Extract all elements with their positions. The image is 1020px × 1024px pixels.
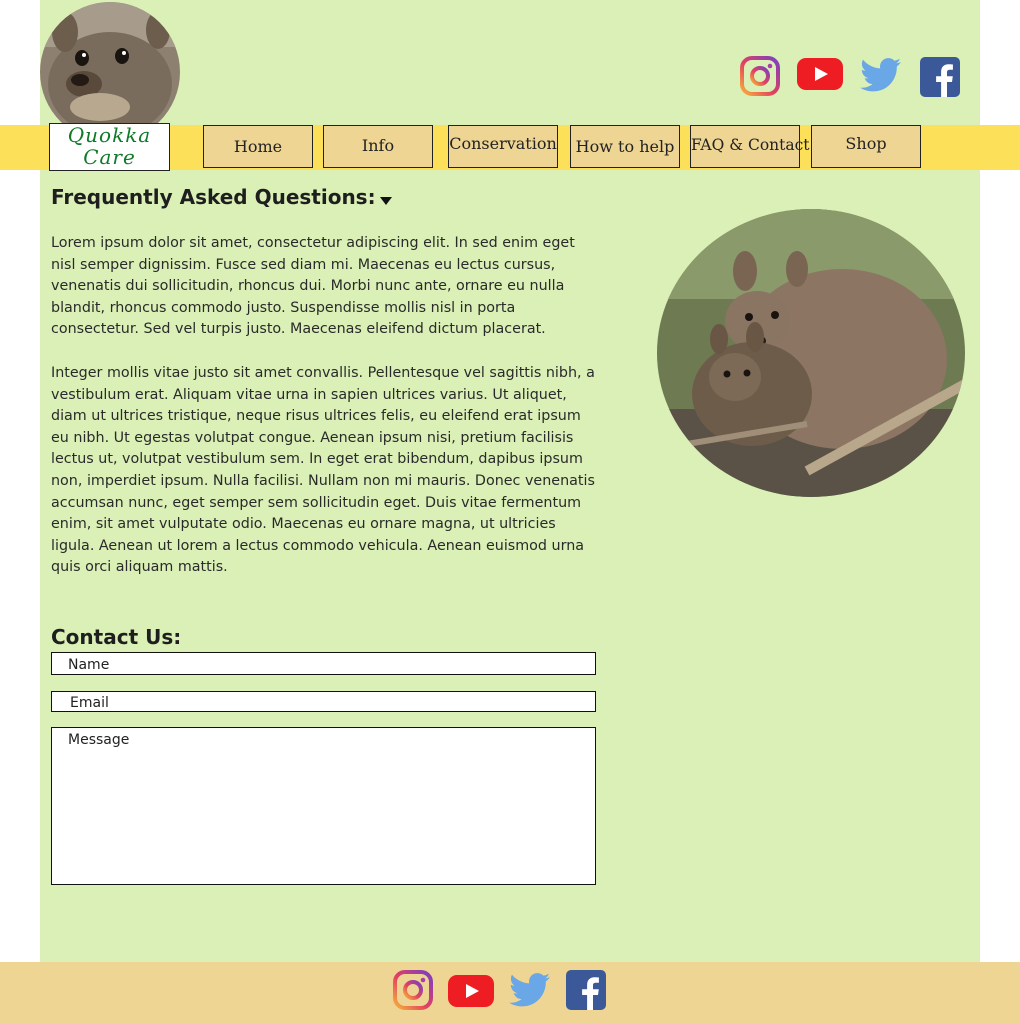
logo[interactable]: Quokka Care [49,123,170,171]
message-field[interactable] [51,727,596,885]
contact-heading: Contact Us: [51,625,182,649]
faq-heading: Frequently Asked Questions: [51,185,392,211]
nav-faq-contact[interactable]: FAQ & Contact [690,125,810,168]
instagram-icon[interactable] [740,56,780,100]
email-field[interactable] [51,691,596,712]
caret-down-icon[interactable] [379,187,392,211]
faq-paragraph-2: Integer mollis vitae justo sit amet conv… [51,365,595,576]
logo-line2: Care [83,145,136,169]
nav-shop[interactable]: Shop [811,125,921,168]
faq-title: Frequently Asked Questions: [51,185,376,209]
quokka-avatar [40,2,180,142]
facebook-icon[interactable] [920,57,960,101]
footer-twitter-icon[interactable] [509,973,551,1011]
footer-instagram-icon[interactable] [393,970,433,1014]
nav-info[interactable]: Info [323,125,433,168]
nav-home[interactable]: Home [203,125,313,168]
name-field[interactable] [51,652,596,675]
footer-facebook-icon[interactable] [566,970,606,1014]
youtube-icon[interactable] [797,58,843,94]
footer-youtube-icon[interactable] [448,975,494,1011]
nav-conservation[interactable]: Conservation [448,125,558,168]
logo-line1: Quokka [67,123,152,147]
faq-paragraph-1: Lorem ipsum dolor sit amet, consectetur … [51,235,575,338]
quokka-photo [657,209,965,497]
nav-how-to-help[interactable]: How to help [570,125,680,168]
twitter-icon[interactable] [860,58,902,96]
